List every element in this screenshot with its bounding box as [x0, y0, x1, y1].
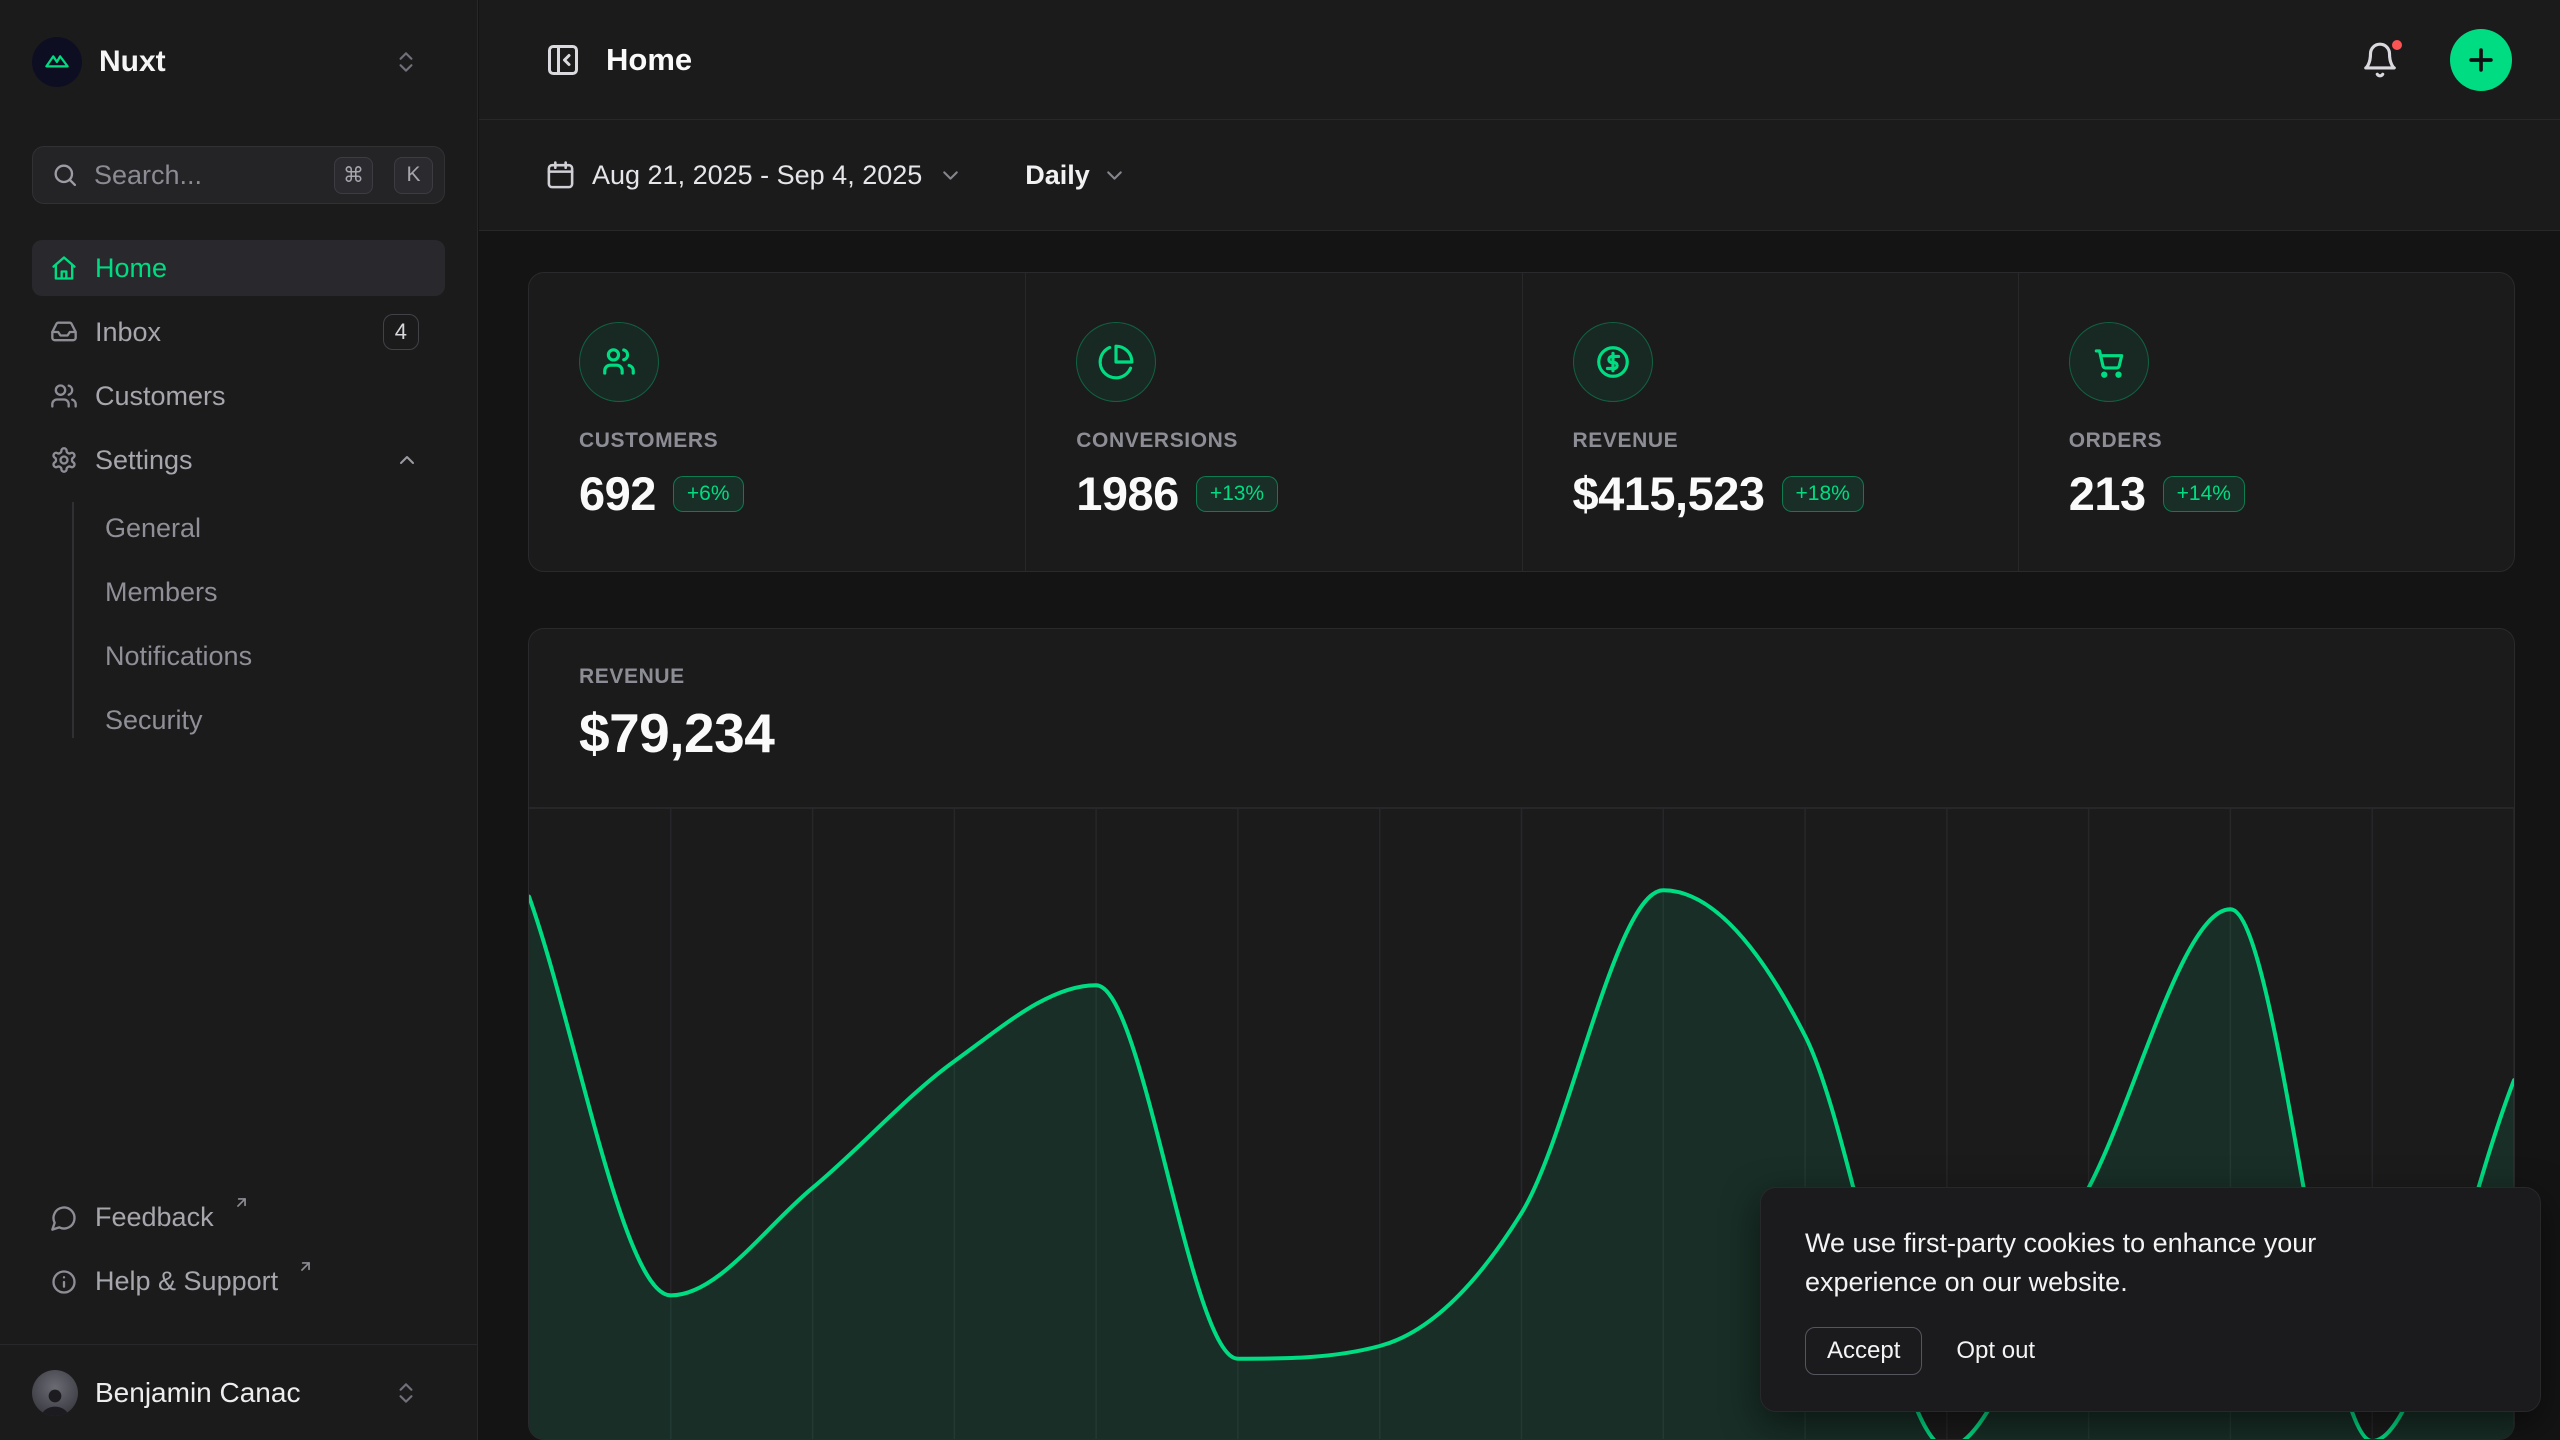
help-support-link[interactable]: Help & Support	[32, 1256, 445, 1312]
user-name: Benjamin Canac	[95, 1377, 376, 1409]
stat-delta-badge: +13%	[1196, 476, 1278, 512]
stat-revenue[interactable]: REVENUE $415,523 +18%	[1522, 273, 2018, 571]
opt-out-button[interactable]: Opt out	[1952, 1328, 2039, 1374]
inbox-icon	[50, 318, 78, 346]
search-placeholder: Search...	[94, 160, 313, 191]
cookie-banner: We use first-party cookies to enhance yo…	[1760, 1187, 2541, 1412]
info-circle-icon	[50, 1268, 78, 1296]
page-title: Home	[606, 42, 692, 78]
stat-orders[interactable]: ORDERS 213 +14%	[2018, 273, 2514, 571]
kbd-k: K	[394, 157, 433, 194]
inbox-count-badge: 4	[383, 314, 419, 350]
search-input[interactable]: Search... ⌘ K	[32, 146, 445, 204]
sidebar-item-members[interactable]: Members	[105, 560, 445, 624]
avatar	[32, 1370, 78, 1416]
chevrons-up-down-icon	[393, 49, 419, 75]
date-range-label: Aug 21, 2025 - Sep 4, 2025	[592, 160, 922, 191]
user-menu[interactable]: Benjamin Canac	[0, 1344, 477, 1440]
unread-dot	[2389, 37, 2405, 53]
external-link-icon	[297, 1258, 314, 1275]
sidebar-item-customers[interactable]: Customers	[32, 368, 445, 424]
subnav-tree-line	[72, 502, 74, 738]
period-select[interactable]: Daily	[1025, 160, 1127, 191]
sidebar-item-notifications[interactable]: Notifications	[105, 624, 445, 688]
stat-delta-badge: +18%	[1782, 476, 1864, 512]
calendar-icon	[545, 160, 576, 191]
gear-icon	[50, 446, 78, 474]
stat-delta-badge: +14%	[2163, 476, 2245, 512]
sidebar-item-inbox[interactable]: Inbox 4	[32, 304, 445, 360]
user-group-icon	[579, 322, 659, 402]
sidebar-item-general[interactable]: General	[105, 496, 445, 560]
pie-chart-icon	[1076, 322, 1156, 402]
sidebar-item-label: Home	[95, 253, 167, 284]
page-header: Home	[479, 0, 2560, 120]
revenue-chart-total: $79,234	[579, 701, 2464, 765]
users-icon	[50, 382, 78, 410]
external-link-icon	[233, 1194, 250, 1211]
stat-label: CUSTOMERS	[579, 429, 985, 453]
feedback-link[interactable]: Feedback	[32, 1192, 445, 1248]
stat-value: $415,523	[1573, 466, 1765, 521]
period-label: Daily	[1025, 160, 1090, 191]
filters-toolbar: Aug 21, 2025 - Sep 4, 2025 Daily	[479, 120, 2560, 231]
circle-dollar-icon	[1573, 322, 1653, 402]
accept-cookies-button[interactable]: Accept	[1805, 1327, 1922, 1375]
stats-card: CUSTOMERS 692 +6% CONVERSIONS 1986 +13%	[528, 272, 2515, 572]
stat-delta-badge: +6%	[673, 476, 744, 512]
stat-customers[interactable]: CUSTOMERS 692 +6%	[529, 273, 1025, 571]
cookie-message: We use first-party cookies to enhance yo…	[1805, 1224, 2445, 1302]
stat-label: ORDERS	[2069, 429, 2474, 453]
sidebar-item-label: Inbox	[95, 317, 161, 348]
sidebar-item-security[interactable]: Security	[105, 688, 445, 752]
workspace-name: Nuxt	[99, 45, 376, 79]
settings-subnav: General Members Notifications Security	[32, 496, 445, 752]
stat-value: 213	[2069, 466, 2146, 521]
chevron-up-icon	[395, 448, 419, 472]
stat-label: REVENUE	[1573, 429, 1978, 453]
sidebar-item-settings[interactable]: Settings	[32, 432, 445, 488]
feedback-label: Feedback	[95, 1202, 214, 1233]
help-support-label: Help & Support	[95, 1266, 278, 1297]
sidebar-footer: Feedback Help & Support	[32, 1192, 445, 1320]
stat-value: 692	[579, 466, 656, 521]
panel-left-close-icon[interactable]	[545, 42, 581, 78]
sidebar-item-label: Customers	[95, 381, 226, 412]
add-button[interactable]	[2450, 29, 2512, 91]
kbd-command: ⌘	[334, 157, 373, 194]
sidebar-item-home[interactable]: Home	[32, 240, 445, 296]
workspace-switcher[interactable]: Nuxt	[32, 36, 445, 88]
stat-conversions[interactable]: CONVERSIONS 1986 +13%	[1025, 273, 1521, 571]
chat-bubble-icon	[50, 1204, 78, 1232]
nuxt-logo	[32, 37, 82, 87]
home-icon	[50, 254, 78, 282]
chevron-down-icon	[938, 163, 963, 188]
revenue-chart-label: REVENUE	[579, 665, 2464, 689]
notifications-button[interactable]	[2361, 41, 2399, 79]
plus-icon	[2464, 43, 2498, 77]
chevron-down-icon	[1102, 163, 1127, 188]
stat-value: 1986	[1076, 466, 1179, 521]
search-icon	[51, 161, 79, 189]
shopping-cart-icon	[2069, 322, 2149, 402]
sidebar: Nuxt Search... ⌘ K Home	[0, 0, 478, 1440]
chevrons-up-down-icon	[393, 1380, 419, 1406]
stat-label: CONVERSIONS	[1076, 429, 1481, 453]
sidebar-nav: Home Inbox 4 Customers	[32, 240, 445, 752]
date-range-picker[interactable]: Aug 21, 2025 - Sep 4, 2025	[545, 160, 963, 191]
sidebar-item-label: Settings	[95, 445, 193, 476]
